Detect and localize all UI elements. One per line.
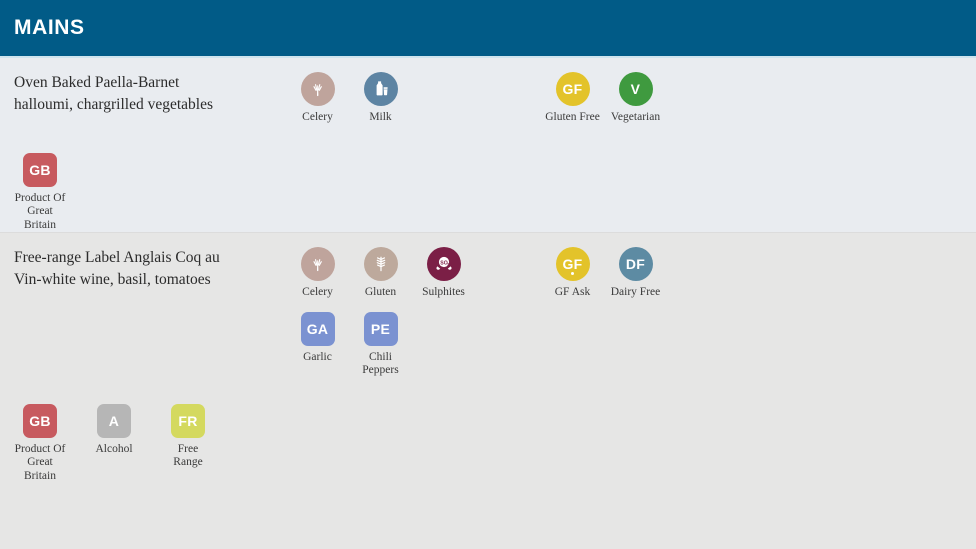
section-header: MAINS [0, 0, 976, 56]
allergen-cell[interactable]: Gluten [349, 247, 412, 300]
product-of-great-britain-icon[interactable]: GB [23, 152, 57, 187]
allergen-label: Milk [369, 111, 392, 123]
free-range-icon-code: FR [178, 412, 198, 429]
dietary-label: GF Ask [554, 286, 591, 298]
dietary-label: Vegetarian [610, 111, 661, 123]
gluten-free-ask-icon[interactable]: GF [555, 247, 590, 281]
dish-title: Free-range Label Anglais Coq au Vin-white… [0, 247, 286, 291]
dish-title-line-2: Vin-white wine, basil, tomatoes [14, 271, 211, 288]
allergen-icon-row-2: GA Garlic PE Chili Peppers [286, 311, 412, 378]
source-badge-cell[interactable]: FR Free Range [162, 403, 214, 484]
source-badge-group: GB Product Of Great Britain A Alcohol FR Free… [0, 398, 976, 484]
dietary-icon-group: GF GF Ask DF Dairy Free [541, 247, 667, 300]
source-badge-label: Alcohol [95, 442, 133, 455]
allergen-label: Gluten [364, 286, 397, 298]
allergen-cell[interactable]: GA Garlic [286, 311, 349, 365]
allergen-label: Sulphites [422, 286, 465, 298]
dish-title-line-1: Free-range Label Anglais Coq au [14, 249, 220, 266]
dish-row: Free-range Label Anglais Coq au Vin-white… [0, 233, 976, 483]
allergen-cell[interactable]: Milk [349, 72, 412, 125]
allergen-label: Celery [302, 286, 333, 298]
source-badge-label: Product Of Great Britain [14, 442, 66, 482]
source-badge-cell[interactable]: GB Product Of Great Britain [14, 403, 66, 484]
allergen-label: Celery [302, 111, 333, 123]
source-badge-group: GB Product Of Great Britain [0, 147, 976, 233]
gluten-free-ask-icon-code: GF [562, 256, 583, 272]
dietary-icon-group: GF Gluten Free V Vegetarian [541, 72, 667, 125]
allergen-cell[interactable]: SO 2 Sulphites [412, 247, 475, 300]
dish-title: Oven Baked Paella-Barnet halloumi, chargr… [0, 72, 286, 116]
allergen-label: Garlic [303, 350, 332, 363]
source-badge-cell[interactable]: GB Product Of Great Britain [14, 152, 66, 233]
svg-text:2: 2 [447, 262, 449, 266]
garlic-icon[interactable]: GA [300, 311, 335, 346]
menu-page: MAINS Oven Baked Paella-Barnet halloumi, … [0, 0, 976, 549]
gluten-icon[interactable] [363, 247, 398, 281]
allergen-icon-group: Celery Milk [286, 72, 541, 125]
alcohol-icon[interactable]: A [97, 403, 131, 438]
dietary-label: Gluten Free [545, 111, 600, 123]
dietary-cell[interactable]: GF Gluten Free [541, 72, 604, 125]
sulphites-icon[interactable]: SO 2 [426, 247, 461, 281]
source-badge-label: Free Range [173, 442, 203, 469]
source-badge-cell[interactable]: A Alcohol [88, 403, 140, 484]
gluten-free-icon[interactable]: GF [555, 72, 590, 106]
allergen-cell[interactable]: PE Chili Peppers [349, 311, 412, 378]
allergen-cell[interactable]: Celery [286, 247, 349, 300]
dish-row: Oven Baked Paella-Barnet halloumi, chargr… [0, 58, 976, 232]
dairy-free-icon[interactable]: DF [618, 247, 653, 281]
free-range-icon[interactable]: FR [171, 403, 205, 438]
garlic-icon-code: GA [306, 320, 329, 337]
dietary-cell[interactable]: GF GF Ask [541, 247, 604, 300]
vegetarian-icon-code: V [630, 81, 641, 97]
gf-ask-dot-icon [571, 272, 574, 275]
product-of-great-britain-icon[interactable]: GB [23, 403, 57, 438]
product-of-great-britain-icon-code: GB [29, 412, 51, 429]
allergen-icon-group: Celery Gluten SO 2 Sulphites [286, 247, 541, 300]
dish-title-line-2: halloumi, chargrilled vegetables [14, 96, 213, 113]
dish-list: Oven Baked Paella-Barnet halloumi, chargr… [0, 58, 976, 483]
source-badge-label: Product Of Great Britain [14, 191, 66, 231]
chili-peppers-icon[interactable]: PE [363, 311, 398, 346]
vegetarian-icon[interactable]: V [618, 72, 653, 106]
milk-icon[interactable] [363, 72, 398, 106]
dairy-free-icon-code: DF [625, 256, 646, 272]
celery-icon[interactable] [300, 72, 335, 106]
dish-main-line: Oven Baked Paella-Barnet halloumi, chargr… [0, 72, 976, 125]
dish-title-line-1: Oven Baked Paella-Barnet [14, 74, 180, 91]
alcohol-icon-code: A [108, 412, 120, 429]
chili-peppers-icon-code: PE [370, 320, 391, 337]
allergen-icon-group-secondary: GA Garlic PE Chili Peppers [0, 311, 976, 378]
layout-spacer [0, 312, 286, 378]
dietary-cell[interactable]: DF Dairy Free [604, 247, 667, 300]
dietary-label: Dairy Free [610, 286, 661, 298]
gluten-free-icon-code: GF [562, 81, 583, 97]
dish-main-line: Free-range Label Anglais Coq au Vin-white… [0, 247, 976, 300]
page-title: MAINS [14, 16, 85, 39]
celery-icon[interactable] [300, 247, 335, 281]
allergen-label: Chili Peppers [362, 350, 399, 377]
dietary-cell[interactable]: V Vegetarian [604, 72, 667, 125]
allergen-cell[interactable]: Celery [286, 72, 349, 125]
product-of-great-britain-icon-code: GB [29, 161, 51, 178]
